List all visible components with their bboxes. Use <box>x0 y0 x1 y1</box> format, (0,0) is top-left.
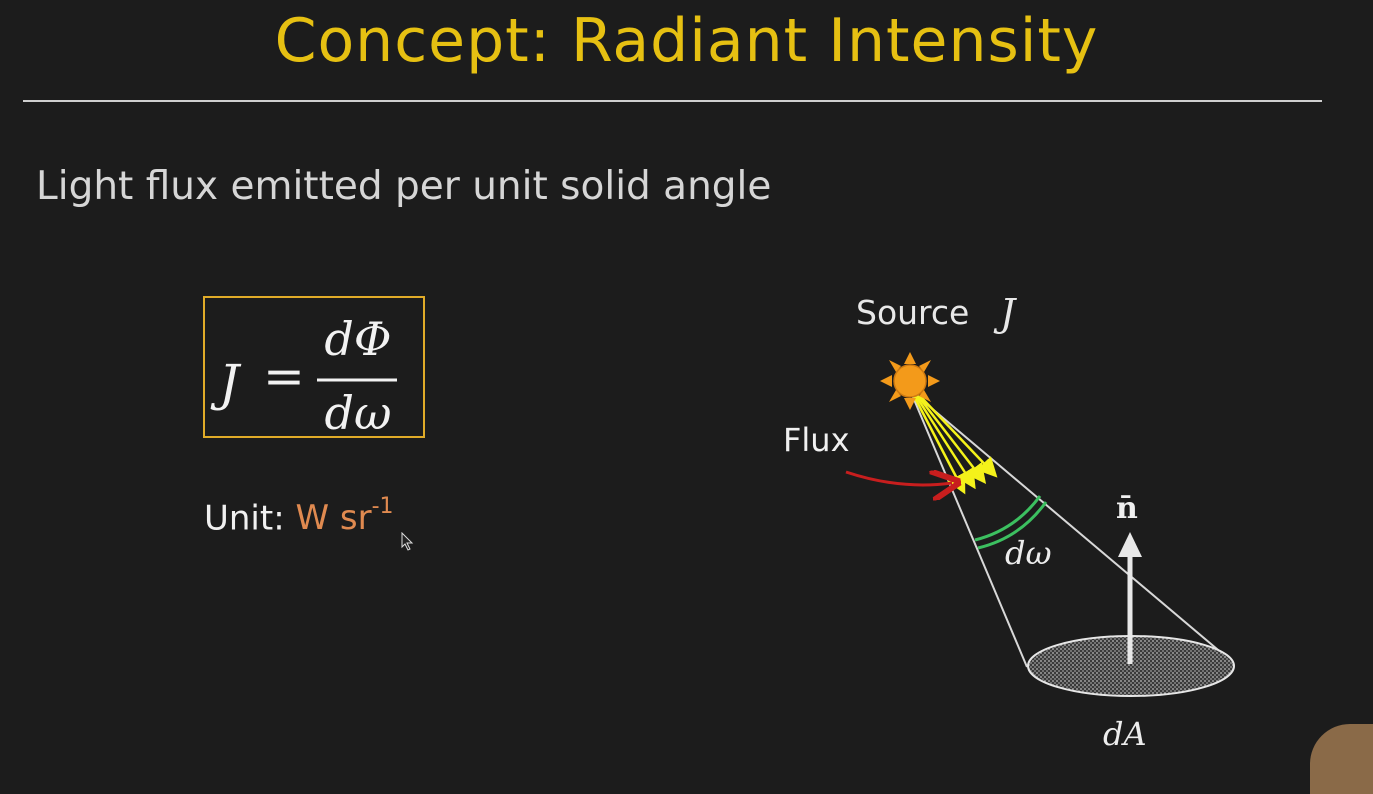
normal-label: n̄ <box>1116 491 1138 526</box>
cone-left-edge <box>909 389 1028 668</box>
flux-label: Flux <box>783 421 850 459</box>
source-symbol: J <box>993 291 1017 335</box>
flux-rays <box>912 395 998 495</box>
normal-arrowhead <box>1118 532 1142 557</box>
radiant-intensity-diagram: Source J n̄ dω Flux dA <box>783 291 1235 753</box>
cone-right-edge <box>909 389 1231 661</box>
source-label: Source <box>856 293 969 332</box>
flux-arrow <box>845 472 952 485</box>
mouse-cursor-icon <box>401 532 414 551</box>
area-label: dA <box>1103 715 1147 753</box>
solid-angle-label: dω <box>1005 534 1052 572</box>
sun-icon <box>880 352 940 410</box>
